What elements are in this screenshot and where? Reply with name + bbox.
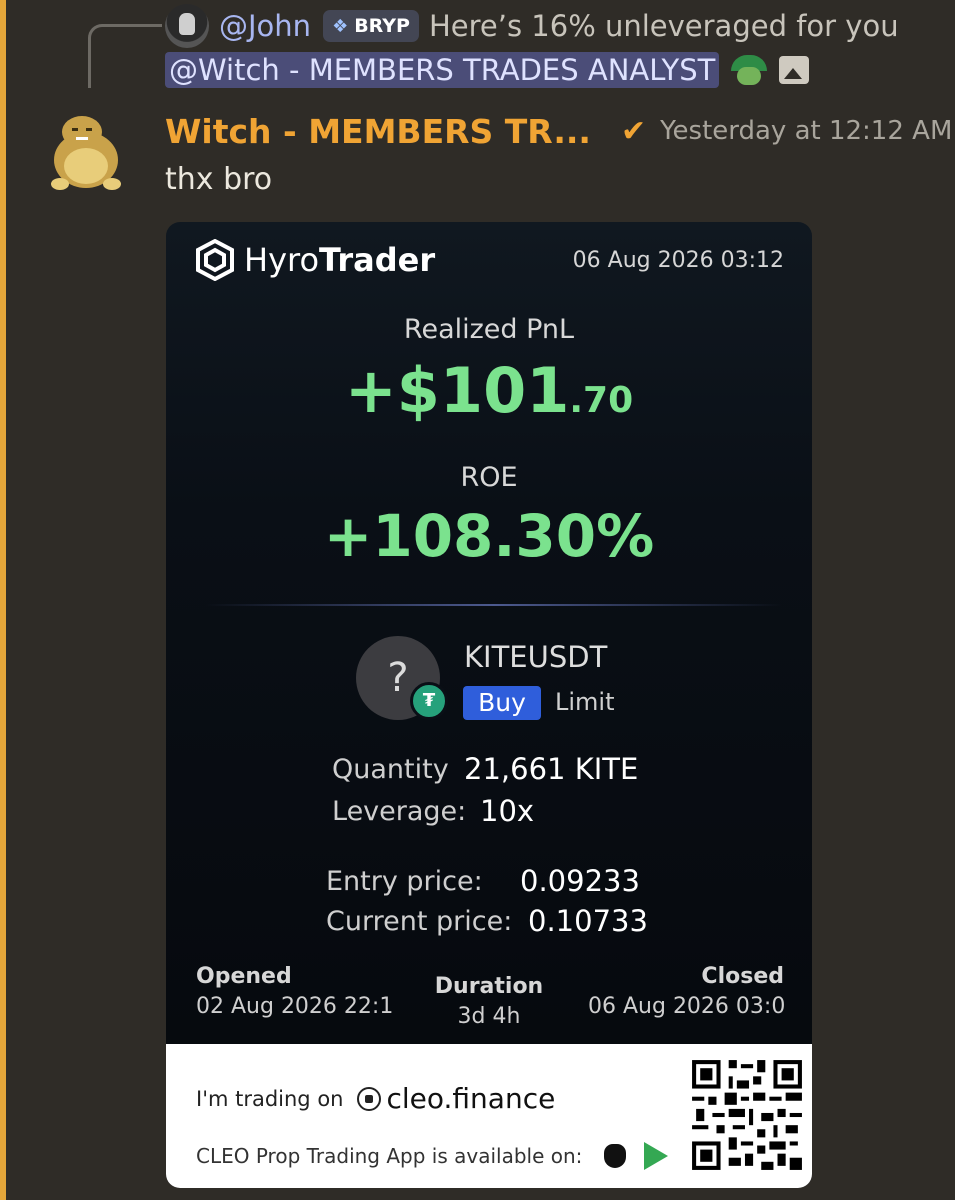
trade-card-image[interactable]: HyroTrader 06 Aug 2026 03:12 Realized Pn… (166, 222, 812, 1188)
server-tag[interactable]: ❖ BRYP (323, 10, 419, 42)
quantity-label: Quantity (332, 754, 449, 785)
orange-check-icon: ✔ (620, 113, 647, 149)
roe-label: ROE (460, 462, 518, 493)
cleo-logo-icon (357, 1086, 382, 1111)
message-header: Witch - MEMBERS TR... ✔ Yesterday at 12:… (165, 108, 952, 154)
server-tag-label: BRYP (354, 15, 410, 37)
mention-link[interactable]: @Witch - MEMBERS TRADES ANALYST (165, 52, 720, 88)
entry-price-value: 0.09233 (520, 864, 640, 898)
brand-name: HyroTrader (244, 241, 436, 279)
leverage-label: Leverage: (332, 796, 467, 827)
author-avatar[interactable] (46, 112, 126, 192)
leverage-value: 10x (480, 794, 535, 828)
hyrotrader-logo: HyroTrader (194, 239, 436, 281)
message-text: thx bro (165, 162, 273, 197)
cleo-site: cleo.finance (386, 1082, 556, 1115)
author-name[interactable]: Witch - MEMBERS TR... (165, 112, 591, 151)
pnl-label: Realized PnL (403, 314, 575, 345)
card-footer: I'm trading on cleo.finance CLEO Prop Tr… (166, 1044, 812, 1188)
current-price-value: 0.10733 (528, 904, 648, 938)
pepe-umbrella-sticker (725, 53, 771, 87)
image-icon (779, 56, 810, 84)
symbol: KITEUSDT (464, 640, 608, 674)
card-datetime: 06 Aug 2026 03:12 (572, 248, 784, 273)
reply-preview-line2[interactable]: @Witch - MEMBERS TRADES ANALYST (165, 50, 810, 90)
reply-preview[interactable]: @John ❖ BRYP Here’s 16% unleveraged for … (165, 3, 899, 49)
quantity-value: 21,661 KITE (464, 752, 639, 786)
highlight-bar (0, 0, 6, 1200)
closed-value: 06 Aug 2026 03:0 (588, 994, 784, 1019)
pnl-value: +$101.70 (344, 354, 634, 427)
card-body: HyroTrader 06 Aug 2026 03:12 Realized Pn… (166, 222, 812, 1044)
tether-icon: ₮ (410, 682, 448, 720)
roe-value: +108.30% (323, 502, 655, 570)
reply-username[interactable]: @John (219, 9, 311, 43)
qr-code (688, 1056, 806, 1174)
divider (206, 604, 782, 606)
message-timestamp[interactable]: Yesterday at 12:12 AM (660, 116, 952, 146)
entry-price-label: Entry price: (326, 866, 483, 897)
current-price-label: Current price: (326, 906, 513, 937)
hyrotrader-logo-icon (196, 239, 234, 281)
closed-label: Closed (701, 964, 784, 989)
trading-on-label: I'm trading on (196, 1086, 344, 1111)
google-play-icon (644, 1142, 669, 1170)
order-type: Limit (555, 688, 615, 716)
reply-connector (88, 24, 162, 88)
bryp-diamond-icon: ❖ (332, 15, 349, 37)
trading-on-line: I'm trading on cleo.finance (196, 1082, 555, 1115)
reply-text: Here’s 16% unleveraged for you (428, 9, 899, 43)
side-badge: Buy (463, 686, 541, 720)
reply-avatar-icon[interactable] (165, 4, 209, 48)
app-availability-text: CLEO Prop Trading App is available on: (196, 1144, 583, 1168)
apple-icon (604, 1144, 627, 1168)
app-availability-line: CLEO Prop Trading App is available on: (196, 1142, 669, 1170)
